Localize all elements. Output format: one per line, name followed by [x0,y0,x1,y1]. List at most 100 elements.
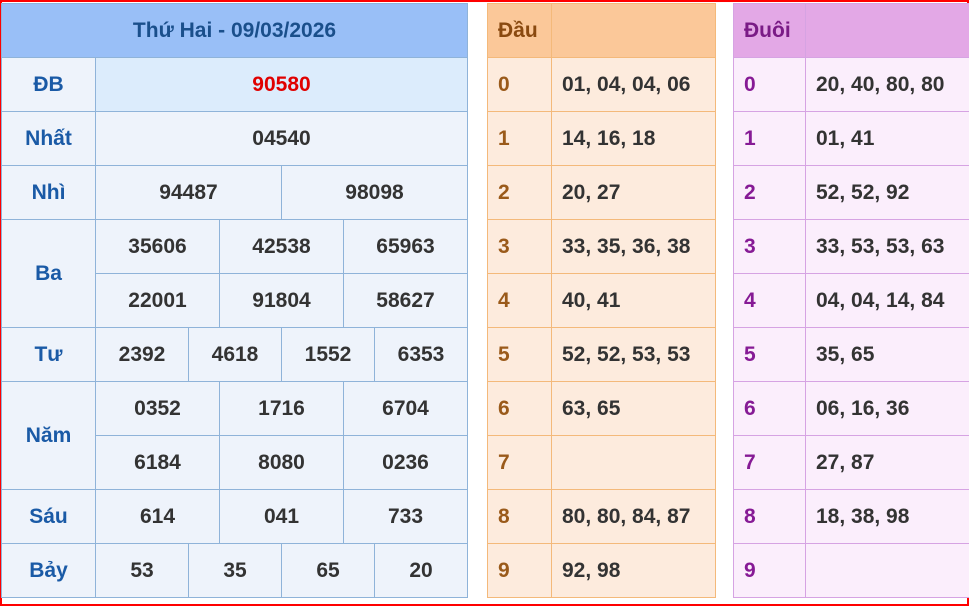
prize-number: 22001 [95,273,220,328]
prize-number: 65963 [343,219,468,274]
tail-values: 04, 04, 14, 84 [805,273,969,328]
tail-header: Đuôi [733,3,806,58]
tail-key: 4 [733,273,806,328]
prize-number: 04540 [95,111,468,166]
tail-row: 6 06, 16, 36 [733,381,969,436]
prize-number: 65 [281,543,375,598]
head-header-blank [551,3,716,58]
row-bay: Bảy 53 35 65 20 [1,543,468,598]
tail-key: 7 [733,435,806,490]
head-header: Đầu [487,3,552,58]
head-row: 9 92, 98 [487,543,716,598]
tail-key: 9 [733,543,806,598]
prize-number: 614 [95,489,220,544]
tail-key: 6 [733,381,806,436]
head-digit-table: Đầu 0 01, 04, 04, 06 1 14, 16, 18 2 20, 27 … [487,3,716,598]
prize-number: 1552 [281,327,375,382]
prize-number: 94487 [95,165,282,220]
tail-values: 35, 65 [805,327,969,382]
prize-number: 8080 [219,435,344,490]
head-row: 7 [487,435,716,490]
tail-row: 2 52, 52, 92 [733,165,969,220]
results-table: Thứ Hai - 09/03/2026 ĐB 90580 Nhất 04540… [1,3,468,598]
head-key: 0 [487,57,552,112]
prize-label: Tư [1,327,96,382]
row-nam-1: Năm 0352 1716 6704 [1,381,468,490]
tail-row: 8 18, 38, 98 [733,489,969,544]
tail-digit-table: Đuôi 0 20, 40, 80, 80 1 01, 41 2 52, 52, 92… [733,3,969,598]
prize-number: 6184 [95,435,220,490]
head-row: 3 33, 35, 36, 38 [487,219,716,274]
prize-label: Bảy [1,543,96,598]
row-db: ĐB 90580 [1,57,468,112]
prize-number: 58627 [343,273,468,328]
head-key: 2 [487,165,552,220]
head-values: 40, 41 [551,273,716,328]
tail-header-blank [805,3,969,58]
prize-number: 0236 [343,435,468,490]
head-key: 6 [487,381,552,436]
tail-values: 33, 53, 53, 63 [805,219,969,274]
tail-row: 1 01, 41 [733,111,969,166]
tail-values: 52, 52, 92 [805,165,969,220]
head-values: 14, 16, 18 [551,111,716,166]
head-values: 92, 98 [551,543,716,598]
tail-values: 06, 16, 36 [805,381,969,436]
prize-label: Ba [1,219,96,328]
prize-label: Nhì [1,165,96,220]
head-key: 3 [487,219,552,274]
head-row: 1 14, 16, 18 [487,111,716,166]
tail-row: 5 35, 65 [733,327,969,382]
head-values: 52, 52, 53, 53 [551,327,716,382]
tail-key: 1 [733,111,806,166]
head-key: 7 [487,435,552,490]
prize-label: ĐB [1,57,96,112]
tail-values: 20, 40, 80, 80 [805,57,969,112]
row-tu: Tư 2392 4618 1552 6353 [1,327,468,382]
head-values: 63, 65 [551,381,716,436]
tail-row: 0 20, 40, 80, 80 [733,57,969,112]
head-key: 4 [487,273,552,328]
head-values [551,435,716,490]
row-sau: Sáu 614 041 733 [1,489,468,544]
head-values: 20, 27 [551,165,716,220]
row-ba-1: Ba 35606 42538 65963 [1,219,468,328]
prize-label: Sáu [1,489,96,544]
prize-number: 42538 [219,219,344,274]
prize-number: 35606 [95,219,220,274]
prize-number: 041 [219,489,344,544]
head-key: 5 [487,327,552,382]
head-row: 8 80, 80, 84, 87 [487,489,716,544]
head-key: 9 [487,543,552,598]
prize-number: 98098 [281,165,468,220]
tail-values: 18, 38, 98 [805,489,969,544]
row-nhi: Nhì 94487 98098 [1,165,468,220]
tail-key: 0 [733,57,806,112]
tail-values: 27, 87 [805,435,969,490]
results-title: Thứ Hai - 09/03/2026 [1,3,468,58]
head-values: 01, 04, 04, 06 [551,57,716,112]
prize-number: 4618 [188,327,282,382]
tail-key: 3 [733,219,806,274]
prize-label: Nhất [1,111,96,166]
head-row: 5 52, 52, 53, 53 [487,327,716,382]
tail-row: 4 04, 04, 14, 84 [733,273,969,328]
special-prize-number: 90580 [95,57,468,112]
prize-number: 1716 [219,381,344,436]
head-values: 33, 35, 36, 38 [551,219,716,274]
row-nhat: Nhất 04540 [1,111,468,166]
tail-values: 01, 41 [805,111,969,166]
tail-key: 2 [733,165,806,220]
head-row: 0 01, 04, 04, 06 [487,57,716,112]
prize-label: Năm [1,381,96,490]
head-row: 4 40, 41 [487,273,716,328]
prize-number: 6353 [374,327,468,382]
prize-number: 6704 [343,381,468,436]
prize-number: 20 [374,543,468,598]
tail-row: 3 33, 53, 53, 63 [733,219,969,274]
prize-number: 35 [188,543,282,598]
head-key: 1 [487,111,552,166]
prize-number: 91804 [219,273,344,328]
head-values: 80, 80, 84, 87 [551,489,716,544]
prize-number: 733 [343,489,468,544]
